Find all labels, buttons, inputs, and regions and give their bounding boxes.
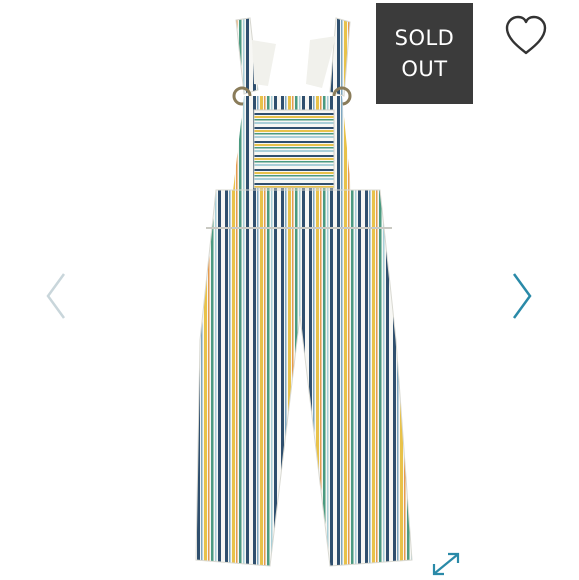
- sold-out-line-1: SOLD: [394, 25, 455, 50]
- heart-outline-icon[interactable]: [502, 14, 550, 56]
- sold-out-badge: SOLD OUT: [376, 3, 473, 104]
- expand-arrows-icon[interactable]: [428, 549, 464, 579]
- chevron-left-icon[interactable]: [42, 270, 72, 322]
- chevron-right-icon[interactable]: [506, 270, 536, 322]
- sold-out-line-2: OUT: [401, 56, 448, 81]
